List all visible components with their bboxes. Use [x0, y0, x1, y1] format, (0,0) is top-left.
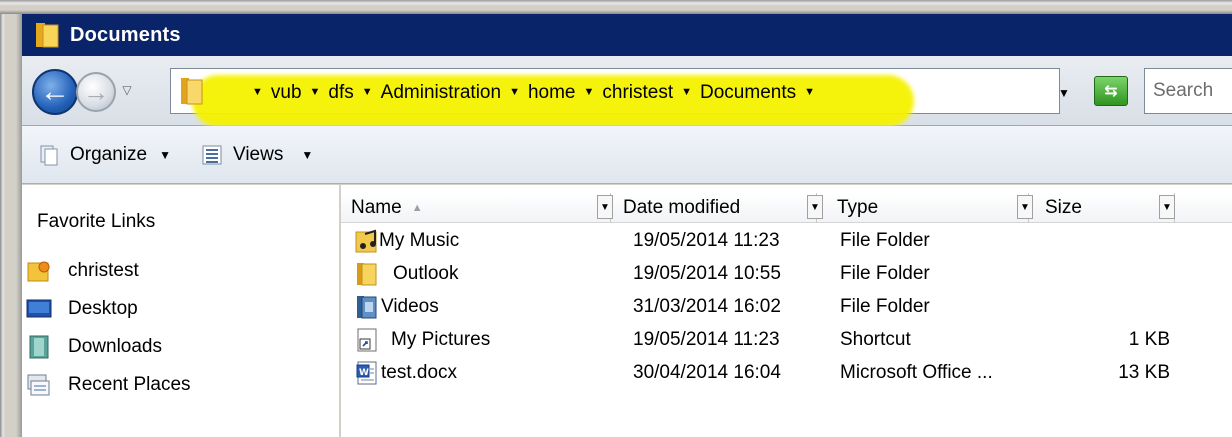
- recent-pages-dropdown[interactable]: ▽: [119, 82, 135, 98]
- file-date-modified: 30/04/2014 16:04: [633, 362, 781, 383]
- column-date-label: Date modified: [623, 197, 741, 218]
- breadcrumb-item-christest[interactable]: christest: [602, 82, 673, 104]
- column-header-name[interactable]: Name ▲: [341, 193, 611, 223]
- breadcrumb-item-dfs[interactable]: dfs: [328, 82, 353, 104]
- recent-places-icon: [26, 372, 52, 398]
- file-name: Outlook: [393, 263, 459, 284]
- breadcrumb-item-home[interactable]: home: [528, 82, 576, 104]
- breadcrumb-chevron-icon[interactable]: ▼: [583, 86, 594, 98]
- refresh-button[interactable]: ⇆: [1094, 76, 1128, 106]
- views-icon: [201, 143, 223, 167]
- favorite-links-title: Favorite Links: [37, 211, 156, 232]
- organize-label: Organize: [70, 143, 148, 165]
- breadcrumb: ▼ vub ▼ dfs ▼ Administration ▼ home ▼ ch…: [244, 82, 823, 104]
- file-row[interactable]: W test.docx 30/04/2014 16:04 Microsoft O…: [341, 357, 1232, 390]
- desktop-icon: [26, 296, 52, 322]
- organize-icon: [38, 143, 60, 167]
- file-name: My Music: [379, 230, 460, 251]
- views-button[interactable]: Views ▼: [193, 137, 321, 173]
- favorite-item-label: christest: [68, 260, 139, 281]
- file-size: 13 KB: [1118, 362, 1170, 383]
- file-date-modified: 31/03/2014 16:02: [633, 296, 781, 317]
- forward-arrow-icon: →: [83, 76, 109, 107]
- file-type: Shortcut: [840, 329, 911, 350]
- file-type: File Folder: [840, 263, 930, 284]
- folder-icon: [34, 21, 60, 49]
- file-type: File Folder: [840, 296, 930, 317]
- file-row[interactable]: Outlook 19/05/2014 10:55 File Folder: [341, 258, 1232, 291]
- file-name: Videos: [381, 296, 439, 317]
- favorite-item-desktop[interactable]: Desktop: [22, 291, 138, 327]
- column-header-date-modified[interactable]: Date modified: [613, 193, 817, 223]
- videos-folder-icon: [355, 294, 379, 320]
- search-input[interactable]: Search: [1144, 68, 1232, 114]
- file-size: 1 KB: [1128, 329, 1170, 350]
- back-button[interactable]: ←: [32, 69, 78, 115]
- search-placeholder: Search: [1153, 80, 1214, 101]
- file-date-modified: 19/05/2014 10:55: [633, 263, 781, 284]
- column-type-label: Type: [837, 197, 879, 218]
- breadcrumb-chevron-icon[interactable]: ▼: [362, 86, 373, 98]
- file-row[interactable]: Videos 31/03/2014 16:02 File Folder: [341, 291, 1232, 324]
- file-date-modified: 19/05/2014 11:23: [633, 329, 780, 350]
- file-row[interactable]: My Music 19/05/2014 11:23 File Folder: [341, 225, 1232, 258]
- favorite-item-label: Downloads: [68, 336, 162, 357]
- breadcrumb-chevron-icon[interactable]: ▼: [804, 86, 815, 98]
- window-top-border: [0, 0, 1232, 14]
- navigation-pane: Favorite Links christest Desktop Downloa…: [22, 185, 340, 437]
- organize-chevron-down-icon: ▼: [159, 147, 171, 162]
- folder-icon: [355, 261, 379, 287]
- favorite-item-recent-places[interactable]: Recent Places: [22, 367, 191, 403]
- address-row: ← → ▽ ▼ vub ▼ dfs ▼ Administration ▼ hom…: [22, 56, 1232, 127]
- views-label: Views: [233, 143, 284, 165]
- breadcrumb-chevron-icon[interactable]: ▼: [509, 86, 520, 98]
- user-folder-icon: [26, 258, 52, 284]
- file-name: test.docx: [381, 362, 458, 383]
- address-folder-icon: [180, 76, 204, 106]
- breadcrumb-item-administration[interactable]: Administration: [381, 82, 501, 104]
- column-size-label: Size: [1045, 197, 1082, 218]
- breadcrumb-item-documents[interactable]: Documents: [700, 82, 796, 104]
- breadcrumb-chevron-icon[interactable]: ▼: [310, 86, 321, 98]
- column-size-filter-dropdown[interactable]: ▼: [1159, 195, 1175, 219]
- back-arrow-icon: ←: [40, 75, 70, 108]
- svg-text:W: W: [359, 368, 369, 378]
- file-row[interactable]: My Pictures 19/05/2014 11:23 Shortcut 1 …: [341, 324, 1232, 357]
- breadcrumb-chevron-icon[interactable]: ▼: [252, 86, 263, 98]
- forward-button[interactable]: →: [76, 72, 116, 112]
- file-name: My Pictures: [391, 329, 491, 350]
- organize-button[interactable]: Organize ▼: [30, 137, 179, 173]
- address-history-dropdown[interactable]: ▼: [1058, 86, 1070, 100]
- column-name-filter-dropdown[interactable]: ▼: [597, 195, 613, 219]
- favorite-item-downloads[interactable]: Downloads: [22, 329, 162, 365]
- favorite-item-christest[interactable]: christest: [22, 253, 139, 289]
- favorite-item-label: Recent Places: [68, 374, 191, 395]
- downloads-icon: [26, 334, 52, 360]
- window-title: Documents: [70, 23, 181, 46]
- column-date-filter-dropdown[interactable]: ▼: [807, 195, 823, 219]
- word-document-icon: W: [355, 360, 379, 386]
- views-chevron-down-icon: ▼: [301, 147, 314, 162]
- file-type: File Folder: [840, 230, 930, 251]
- sort-ascending-icon: ▲: [411, 202, 423, 214]
- file-type: Microsoft Office ...: [840, 362, 993, 383]
- refresh-icon: ⇆: [1104, 83, 1118, 100]
- column-header-size[interactable]: Size: [1035, 193, 1175, 223]
- breadcrumb-item-vub[interactable]: vub: [271, 82, 302, 104]
- shortcut-icon: [355, 327, 379, 353]
- file-date-modified: 19/05/2014 11:23: [633, 230, 780, 251]
- title-bar[interactable]: Documents: [22, 14, 1232, 56]
- breadcrumb-chevron-icon[interactable]: ▼: [681, 86, 692, 98]
- column-type-filter-dropdown[interactable]: ▼: [1017, 195, 1033, 219]
- column-header-type[interactable]: Type: [827, 193, 1029, 223]
- favorite-item-label: Desktop: [68, 298, 138, 319]
- window-left-border: [0, 0, 22, 437]
- music-folder-icon: [355, 228, 379, 254]
- column-name-label: Name: [351, 197, 402, 218]
- command-toolbar: Organize ▼ Views ▼: [22, 126, 1232, 184]
- file-list-pane: Name ▲ ▼ Date modified ▼ Type ▼ Size ▼ M…: [341, 185, 1232, 437]
